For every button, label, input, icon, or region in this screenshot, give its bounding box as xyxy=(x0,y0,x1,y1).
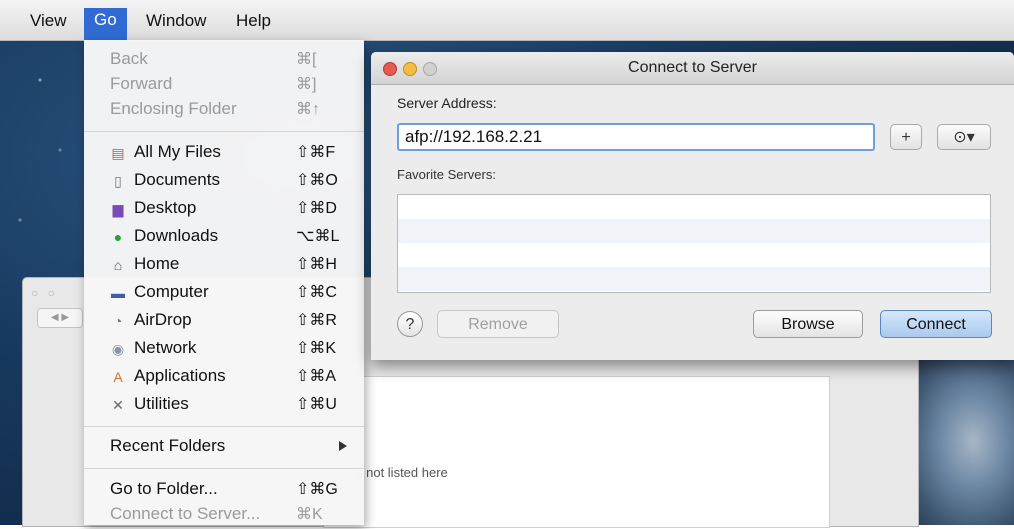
menu-item-applications[interactable]: A Applications ⇧⌘A xyxy=(84,363,364,391)
desktop-icon: ▆ xyxy=(112,201,124,217)
menu-item-shortcut: ⌥⌘L xyxy=(296,228,340,245)
menu-item-label: Forward xyxy=(110,74,173,93)
finder-traffic-lights[interactable]: ○ ○ xyxy=(31,286,58,300)
menu-item-label: Home xyxy=(134,254,180,273)
network-icon: ◉ xyxy=(111,341,125,357)
list-item[interactable] xyxy=(398,267,990,291)
dialog-title-bar: Connect to Server xyxy=(371,52,1014,85)
list-item[interactable] xyxy=(398,195,990,219)
menu-item-shortcut: ⌘[ xyxy=(296,51,317,68)
menu-item-label: Desktop xyxy=(134,198,197,217)
menu-separator xyxy=(84,131,364,132)
menu-item-shortcut: ⇧⌘K xyxy=(296,340,337,357)
dialog-title: Connect to Server xyxy=(628,59,757,76)
menu-item-shortcut: ⇧⌘D xyxy=(296,200,337,217)
menu-item-back[interactable]: Back ⌘[ xyxy=(84,46,364,74)
menu-view[interactable]: View xyxy=(22,9,75,33)
add-favorite-button[interactable]: + xyxy=(890,124,922,150)
menu-item-desktop[interactable]: ▆ Desktop ⇧⌘D xyxy=(84,195,364,223)
menu-window[interactable]: Window xyxy=(138,9,214,33)
menu-item-downloads[interactable]: ● Downloads ⌥⌘L xyxy=(84,223,364,251)
server-address-label: Server Address: xyxy=(397,95,497,111)
home-icon: ⌂ xyxy=(113,257,123,273)
menu-help[interactable]: Help xyxy=(228,9,279,33)
list-item[interactable] xyxy=(398,219,990,243)
menu-item-utilities[interactable]: ✕ Utilities ⇧⌘U xyxy=(84,391,364,419)
menu-item-shortcut: ⇧⌘O xyxy=(296,172,338,189)
menu-item-label: Utilities xyxy=(134,394,189,413)
go-menu: Back ⌘[ Forward ⌘] Enclosing Folder ⌘↑ ▤… xyxy=(84,40,364,525)
remove-button[interactable]: Remove xyxy=(437,310,559,338)
all-my-files-icon: ▤ xyxy=(111,145,125,161)
menu-item-label: Applications xyxy=(134,366,226,385)
menu-item-shortcut: ⇧⌘A xyxy=(296,368,337,385)
menu-item-label: Downloads xyxy=(134,226,219,245)
favorite-servers-list[interactable] xyxy=(397,194,991,293)
list-item[interactable] xyxy=(398,243,990,267)
menu-separator xyxy=(84,426,364,427)
menu-item-airdrop[interactable]: ◔ AirDrop ⇧⌘R xyxy=(84,307,364,335)
menu-item-enclosing-folder[interactable]: Enclosing Folder ⌘↑ xyxy=(84,96,364,124)
finder-back-button[interactable]: ◀ ▶ xyxy=(37,308,83,328)
menu-separator xyxy=(84,468,364,469)
menu-item-label: Documents xyxy=(134,170,220,189)
applications-icon: A xyxy=(113,369,123,385)
documents-icon: ▯ xyxy=(114,173,122,189)
menu-item-label: Enclosing Folder xyxy=(110,99,237,118)
menu-item-shortcut: ⇧⌘F xyxy=(296,144,336,161)
menu-item-label: Back xyxy=(110,49,148,68)
menu-item-forward[interactable]: Forward ⌘] xyxy=(84,71,364,99)
menu-item-recent-folders[interactable]: Recent Folders xyxy=(84,433,364,461)
menu-item-documents[interactable]: ▯ Documents ⇧⌘O xyxy=(84,167,364,195)
menu-item-shortcut: ⌘↑ xyxy=(296,101,320,118)
menu-item-label: Connect to Server... xyxy=(110,504,261,523)
connect-to-server-dialog: Connect to Server Server Address: + ⊙▾ F… xyxy=(371,52,1014,360)
menu-item-label: Computer xyxy=(134,282,209,301)
recent-servers-button[interactable]: ⊙▾ xyxy=(937,124,991,150)
computer-icon: ▬ xyxy=(111,285,125,301)
menu-item-label: Network xyxy=(134,338,197,357)
browse-button[interactable]: Browse xyxy=(753,310,863,338)
menu-item-home[interactable]: ⌂ Home ⇧⌘H xyxy=(84,251,364,279)
finder-hint-text: s not listed here xyxy=(356,465,448,480)
connect-button[interactable]: Connect xyxy=(880,310,992,338)
menu-item-computer[interactable]: ▬ Computer ⇧⌘C xyxy=(84,279,364,307)
menu-item-shortcut: ⌘K xyxy=(296,506,323,523)
menu-item-go-to-folder[interactable]: Go to Folder... ⇧⌘G xyxy=(84,476,364,504)
finder-content-pane xyxy=(323,376,830,528)
menu-item-shortcut: ⇧⌘G xyxy=(296,481,338,498)
menu-item-network[interactable]: ◉ Network ⇧⌘K xyxy=(84,335,364,363)
menu-item-label: AirDrop xyxy=(134,310,192,329)
submenu-arrow-icon xyxy=(339,441,347,451)
menu-item-shortcut: ⌘] xyxy=(296,76,317,93)
earth-wallpaper xyxy=(912,358,1014,525)
menu-go[interactable]: Go xyxy=(84,8,127,40)
menu-item-label: All My Files xyxy=(134,142,221,161)
menu-bar: View Go Window Help xyxy=(0,0,1014,41)
downloads-icon: ● xyxy=(113,229,123,245)
menu-item-shortcut: ⇧⌘U xyxy=(296,396,337,413)
menu-item-all-my-files[interactable]: ▤ All My Files ⇧⌘F xyxy=(84,139,364,167)
menu-item-label: Recent Folders xyxy=(110,436,226,455)
menu-item-shortcut: ⇧⌘H xyxy=(296,256,337,273)
help-button[interactable]: ? xyxy=(397,311,423,337)
airdrop-icon: ◔ xyxy=(113,313,123,329)
menu-item-shortcut: ⇧⌘R xyxy=(296,312,337,329)
favorite-servers-label: Favorite Servers: xyxy=(397,167,496,182)
utilities-icon: ✕ xyxy=(112,397,124,413)
menu-item-shortcut: ⇧⌘C xyxy=(296,284,337,301)
menu-item-label: Go to Folder... xyxy=(110,479,218,498)
server-address-input[interactable] xyxy=(397,123,875,151)
